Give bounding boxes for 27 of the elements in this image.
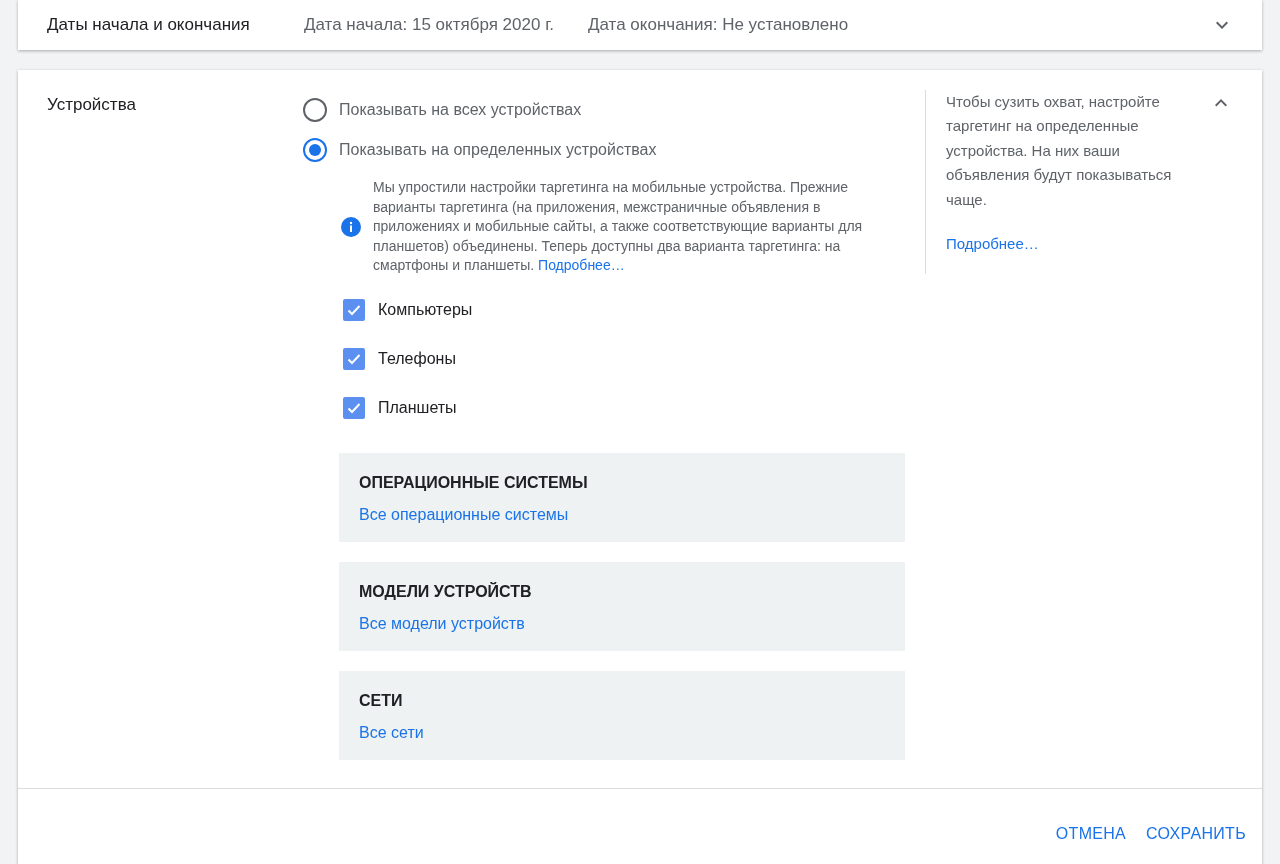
section-title: Устройства — [47, 95, 136, 114]
checkbox[interactable] — [343, 299, 365, 322]
learn-more-link[interactable]: Подробнее… — [946, 235, 1039, 253]
end-date-text: Дата окончания: Не установлено — [588, 14, 849, 37]
radio-button[interactable] — [303, 98, 327, 122]
checkbox[interactable] — [343, 397, 365, 420]
start-date-text: Дата начала: 15 октября 2020 г. — [304, 14, 554, 37]
footer-button[interactable]: ОТМЕНА — [1045, 815, 1137, 852]
radio-button[interactable] — [303, 138, 327, 162]
checkbox-label[interactable]: Компьютеры — [378, 298, 473, 323]
checkbox[interactable] — [343, 348, 365, 371]
info-text: Мы упростили настройки таргетинга на мобильные устройства. Прежние варианты таргетинга (на приложения, межстраничные объявления в приложениях и мобильные сайты, а также соответствующие варианты для планшетов) объединены. Теперь доступны два варианта таргетинга: на смартфоны и планшеты. Подробнее… — [373, 178, 864, 276]
checkbox-label[interactable]: Телефоны — [378, 347, 456, 372]
info-icon — [341, 217, 361, 237]
radio-label[interactable]: Показывать на определенных устройствах — [339, 138, 657, 162]
panel-link[interactable]: Все операционные системы — [359, 502, 569, 527]
radio-label[interactable]: Показывать на всех устройствах — [339, 98, 582, 122]
panel-title: ОПЕРАЦИОННЫЕ СИСТЕМЫ — [359, 473, 588, 491]
panel-link[interactable]: Все сети — [359, 720, 424, 745]
section-title: Даты начала и окончания — [47, 14, 251, 37]
footer-button[interactable]: СОХРАНИТЬ — [1136, 815, 1256, 852]
panel-link[interactable]: Все модели устройств — [359, 611, 525, 636]
panel-title: МОДЕЛИ УСТРОЙСТВ — [359, 582, 532, 600]
help-text: Чтобы сузить охват, настройте таргетинг на определенные устройства. На них ваши объявления будут показываться чаще. — [946, 92, 1173, 210]
learn-more-link[interactable]: Подробнее… — [538, 257, 625, 274]
panel-title: СЕТИ — [359, 691, 403, 709]
checkbox-label[interactable]: Планшеты — [378, 396, 457, 421]
